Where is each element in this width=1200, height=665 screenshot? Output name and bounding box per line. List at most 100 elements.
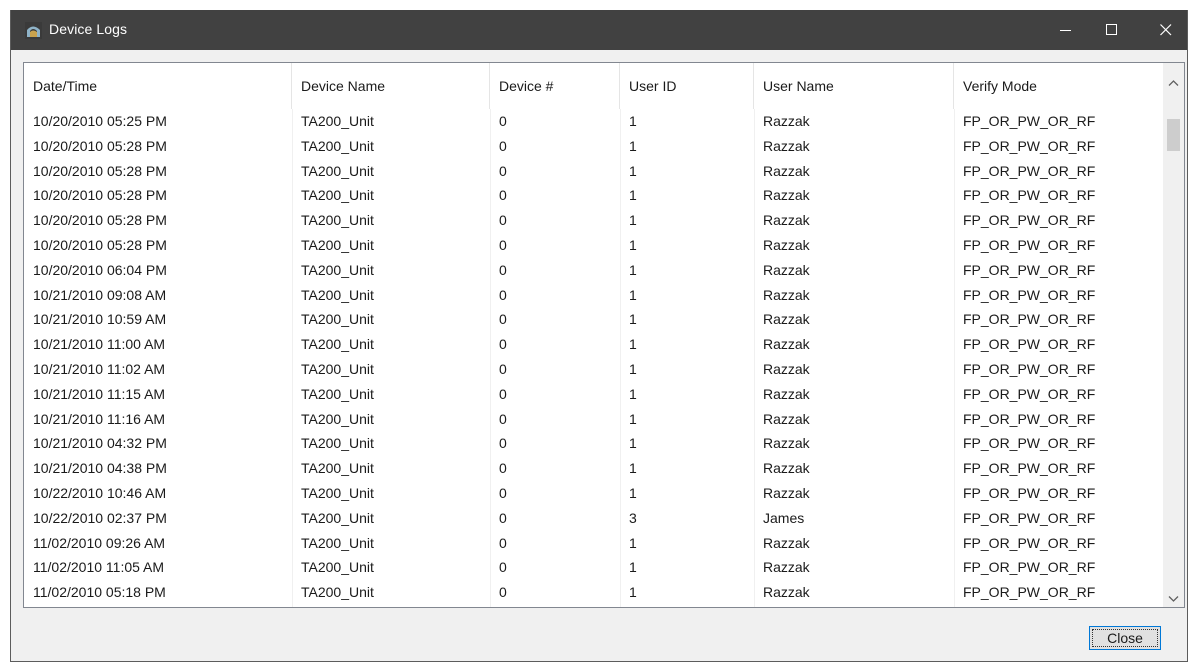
cell-device-number: 0 [499,385,507,402]
cell-user-id: 1 [629,261,637,278]
cell-user-name: Razzak [763,460,810,477]
table-row[interactable]: 11/02/2010 05:18 PM TA200_Unit 0 1 Razzak FP_… [24,580,1164,605]
cell-verify-mode: FP_OR_PW_OR_RF [963,261,1096,278]
cell-user-name: Razzak [763,137,810,154]
column-header-date-time[interactable]: Date/Time [24,63,292,109]
table-row[interactable]: 10/21/2010 04:32 PM TA200_Unit 0 1 Razzak FP_… [24,431,1164,456]
cell-verify-mode: FP_OR_PW_OR_RF [963,410,1096,427]
table-row[interactable]: 10/22/2010 10:46 AM TA200_Unit 0 1 Razzak FP_… [24,481,1164,506]
cell-date-time: 11/02/2010 05:18 PM [33,584,166,601]
column-header-user-name[interactable]: User Name [754,63,954,109]
scroll-down-icon[interactable] [1168,595,1179,603]
column-header-row: Date/Time Device Name Device # User ID U… [24,63,1164,109]
cell-user-id: 3 [629,509,637,526]
table-row[interactable]: 10/20/2010 05:28 PM TA200_Unit 0 1 Razzak FP_… [24,159,1164,184]
table-row[interactable]: 10/20/2010 05:28 PM TA200_Unit 0 1 Razzak FP_… [24,208,1164,233]
cell-user-name: Razzak [763,236,810,253]
table-row[interactable]: 10/20/2010 05:28 PM TA200_Unit 0 1 Razzak FP_… [24,134,1164,159]
cell-user-name: Razzak [763,286,810,303]
cell-device-number: 0 [499,236,507,253]
cell-device-name: TA200_Unit [301,236,374,253]
log-rows: 10/20/2010 05:25 PM TA200_Unit 0 1 Razzak FP_… [24,109,1164,605]
column-header-device-number[interactable]: Device # [490,63,620,109]
cell-device-number: 0 [499,187,507,204]
focus-rectangle [1092,629,1158,647]
cell-device-number: 0 [499,137,507,154]
log-grid: Date/Time Device Name Device # User ID U… [24,63,1164,607]
title-bar[interactable]: Device Logs [11,10,1187,50]
scroll-up-icon[interactable] [1168,79,1179,87]
close-button[interactable]: Close [1089,626,1161,650]
cell-verify-mode: FP_OR_PW_OR_RF [963,584,1096,601]
table-row[interactable]: 10/21/2010 10:59 AM TA200_Unit 0 1 Razzak FP_… [24,307,1164,332]
table-row[interactable]: 10/21/2010 11:00 AM TA200_Unit 0 1 Razzak FP_… [24,332,1164,357]
table-row[interactable]: 10/21/2010 11:15 AM TA200_Unit 0 1 Razzak FP_… [24,382,1164,407]
table-row[interactable]: 10/21/2010 09:08 AM TA200_Unit 0 1 Razzak FP_… [24,283,1164,308]
cell-device-number: 0 [499,286,507,303]
cell-date-time: 10/21/2010 09:08 AM [33,286,167,303]
cell-device-number: 0 [499,261,507,278]
cell-device-name: TA200_Unit [301,509,374,526]
cell-device-name: TA200_Unit [301,212,374,229]
cell-date-time: 10/21/2010 11:16 AM [33,410,166,427]
cell-date-time: 10/20/2010 05:28 PM [33,212,167,229]
cell-user-name: Razzak [763,212,810,229]
app-icon [25,22,42,39]
window-title: Device Logs [49,21,128,37]
table-row[interactable]: 10/20/2010 05:25 PM TA200_Unit 0 1 Razzak FP_… [24,109,1164,134]
cell-device-name: TA200_Unit [301,410,374,427]
cell-user-id: 1 [629,236,637,253]
cell-date-time: 10/21/2010 11:15 AM [33,385,166,402]
cell-device-name: TA200_Unit [301,113,374,129]
scrollbar-thumb[interactable] [1167,119,1180,151]
cell-user-name: James [763,509,805,526]
cell-verify-mode: FP_OR_PW_OR_RF [963,113,1096,129]
table-row[interactable]: 10/20/2010 05:28 PM TA200_Unit 0 1 Razzak FP_… [24,183,1164,208]
cell-date-time: 10/22/2010 02:37 PM [33,509,167,526]
table-row[interactable]: 10/21/2010 11:02 AM TA200_Unit 0 1 Razzak FP_… [24,357,1164,382]
cell-user-id: 1 [629,137,637,154]
device-logs-list[interactable]: Date/Time Device Name Device # User ID U… [23,62,1185,608]
cell-date-time: 11/02/2010 09:26 AM [33,534,166,551]
cell-verify-mode: FP_OR_PW_OR_RF [963,236,1096,253]
cell-date-time: 10/20/2010 05:28 PM [33,236,167,253]
column-header-device-name[interactable]: Device Name [292,63,490,109]
cell-device-number: 0 [499,212,507,229]
cell-user-name: Razzak [763,360,810,377]
vertical-scrollbar[interactable] [1163,63,1184,607]
column-header-user-id[interactable]: User ID [620,63,754,109]
close-window-button[interactable] [1143,10,1189,50]
cell-device-number: 0 [499,113,507,129]
table-row[interactable]: 10/20/2010 05:28 PM TA200_Unit 0 1 Razzak FP_… [24,233,1164,258]
cell-user-id: 1 [629,187,637,204]
cell-date-time: 10/21/2010 04:32 PM [33,435,167,452]
cell-device-name: TA200_Unit [301,460,374,477]
table-row[interactable]: 10/20/2010 06:04 PM TA200_Unit 0 1 Razzak FP_… [24,258,1164,283]
table-row[interactable]: 10/22/2010 02:37 PM TA200_Unit 0 3 James FP_O… [24,506,1164,531]
cell-date-time: 11/02/2010 11:05 AM [33,559,165,576]
cell-device-name: TA200_Unit [301,137,374,154]
cell-user-name: Razzak [763,113,810,129]
table-row[interactable]: 10/21/2010 04:38 PM TA200_Unit 0 1 Razzak FP_… [24,456,1164,481]
cell-date-time: 10/21/2010 11:02 AM [33,360,166,377]
cell-user-id: 1 [629,162,637,179]
cell-device-name: TA200_Unit [301,336,374,353]
table-row[interactable]: 11/02/2010 11:05 AM TA200_Unit 0 1 Razzak FP_… [24,555,1164,580]
cell-user-id: 1 [629,336,637,353]
device-logs-window: Device Logs Date/Time Device Name Device… [10,10,1188,662]
cell-user-name: Razzak [763,559,810,576]
cell-user-name: Razzak [763,484,810,501]
cell-device-name: TA200_Unit [301,534,374,551]
cell-user-id: 1 [629,484,637,501]
cell-verify-mode: FP_OR_PW_OR_RF [963,460,1096,477]
cell-verify-mode: FP_OR_PW_OR_RF [963,286,1096,303]
cell-user-id: 1 [629,435,637,452]
maximize-button[interactable] [1089,10,1135,50]
minimize-button[interactable] [1043,10,1089,50]
table-row[interactable]: 11/02/2010 09:26 AM TA200_Unit 0 1 Razzak FP_… [24,531,1164,556]
cell-user-id: 1 [629,559,637,576]
column-header-verify-mode[interactable]: Verify Mode [954,63,1164,109]
cell-device-number: 0 [499,559,507,576]
table-row[interactable]: 10/21/2010 11:16 AM TA200_Unit 0 1 Razzak FP_… [24,407,1164,432]
cell-verify-mode: FP_OR_PW_OR_RF [963,559,1096,576]
